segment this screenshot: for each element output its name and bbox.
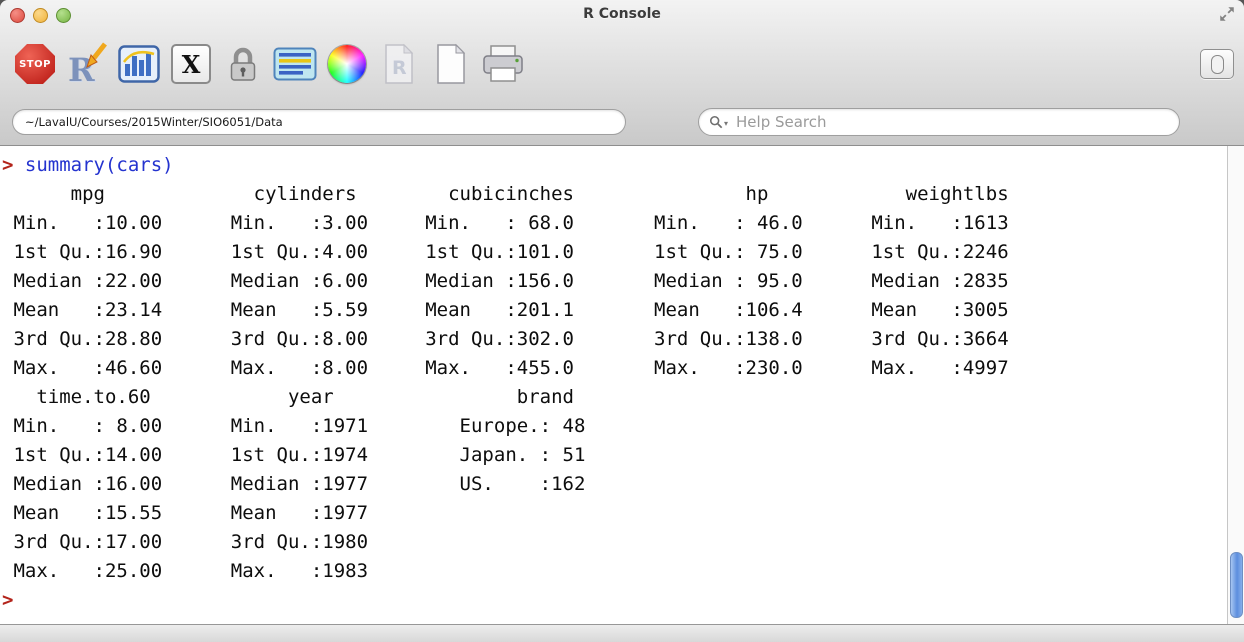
quartz-plot-button[interactable] [116, 37, 162, 91]
working-directory-field[interactable] [12, 109, 626, 135]
r-document-icon: R [385, 43, 414, 84]
color-picker-button[interactable] [324, 37, 370, 91]
x11-label: X [181, 49, 201, 79]
help-search-input[interactable] [734, 112, 1169, 132]
console-trailing-prompt: > [2, 589, 14, 611]
fullscreen-icon[interactable] [1218, 5, 1236, 23]
x11-button[interactable]: X [168, 37, 214, 91]
console-prompt: > [2, 154, 25, 176]
vertical-scrollbar[interactable] [1227, 146, 1244, 625]
interrupt-button[interactable]: STOP [12, 37, 58, 91]
print-button[interactable] [480, 37, 526, 91]
color-wheel-icon [328, 45, 366, 83]
toolbar-pill-icon [1210, 54, 1224, 74]
new-document-icon [437, 43, 466, 84]
toolbar-toggle-button[interactable] [1200, 49, 1234, 79]
source-file-button[interactable]: R [376, 37, 422, 91]
stop-label: STOP [19, 58, 51, 70]
titlebar[interactable]: R Console [0, 0, 1244, 28]
x11-icon: X [171, 44, 211, 84]
stop-icon: STOP [15, 44, 55, 84]
console-text: > summary(cars) mpg cylinders cubicinche… [0, 146, 1228, 615]
r-console-window: R Console STOP R X R ~/LavalU/Courses/20… [0, 0, 1244, 642]
printer-icon [483, 45, 523, 82]
search-icon [709, 115, 723, 129]
console-output: mpg cylinders cubicinches hp weightlbs M… [13, 183, 1009, 582]
search-menu-caret-icon[interactable]: ▾ [724, 119, 728, 128]
r-drag-drop-icon: R [66, 42, 108, 89]
help-search-field[interactable]: ▾ [698, 108, 1180, 136]
lock-icon [230, 47, 256, 81]
new-document-button[interactable] [428, 37, 474, 91]
path-row: ▾ [0, 100, 1244, 144]
history-stripes-icon [273, 47, 317, 81]
console-output-area[interactable]: > summary(cars) mpg cylinders cubicinche… [0, 146, 1228, 625]
window-header: R Console STOP R X R ~/LavalU/Courses/20… [0, 0, 1244, 146]
history-button[interactable] [272, 37, 318, 91]
window-title: R Console [583, 6, 661, 22]
chart-icon [118, 45, 160, 83]
source-drop-button[interactable]: R [64, 37, 110, 91]
authentication-button[interactable] [220, 37, 266, 91]
console-command: summary(cars) [24, 154, 174, 176]
toolbar: STOP R X R [0, 28, 1244, 100]
source-r-letter: R [392, 57, 407, 79]
status-bar [0, 624, 1244, 642]
scrollbar-thumb[interactable] [1230, 552, 1243, 618]
